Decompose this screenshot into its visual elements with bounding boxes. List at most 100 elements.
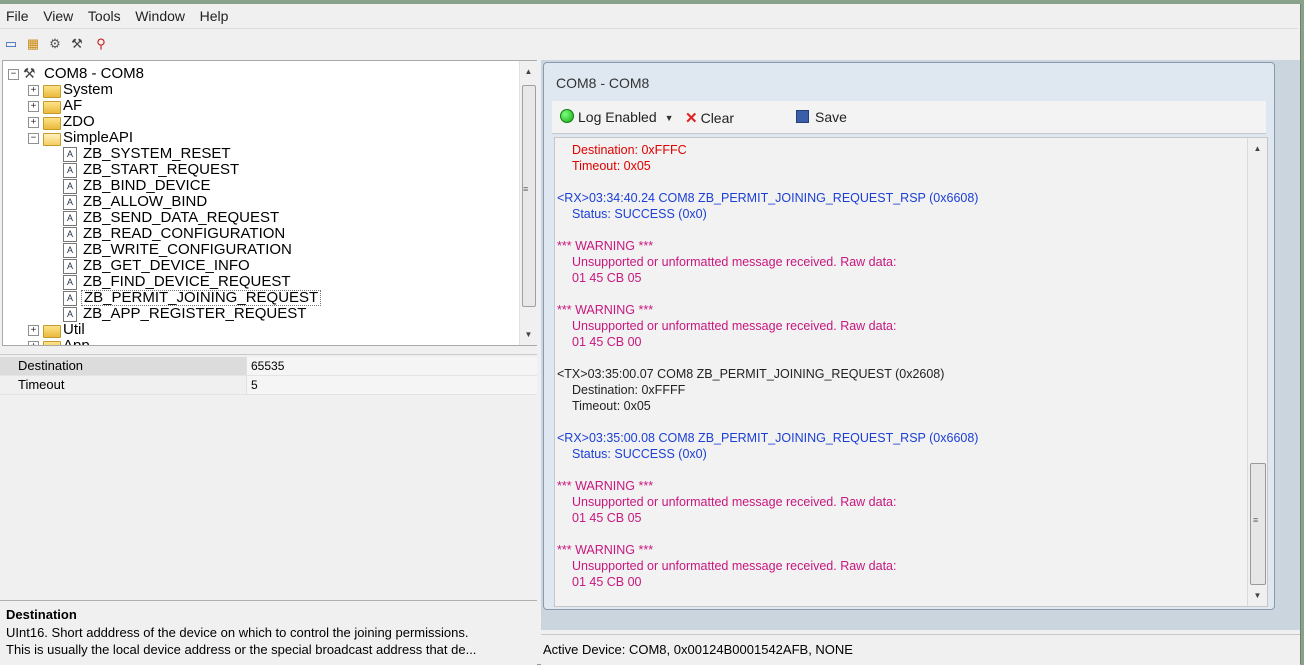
folder-icon	[43, 325, 61, 338]
search-icon[interactable]: ⚲	[92, 35, 110, 53]
property-value[interactable]: 65535	[246, 357, 541, 375]
open-icon[interactable]: ▭	[2, 35, 20, 53]
log-line: <TX>03:35:00.07 COM8 ZB_PERMIT_JOINING_R…	[557, 367, 945, 381]
log-line: *** WARNING ***	[557, 239, 654, 253]
tree-item-label: ZB_READ_CONFIGURATION	[83, 225, 286, 242]
command-icon: A	[63, 163, 77, 178]
log-line: 01 45 CB 05	[572, 271, 642, 285]
expand-icon[interactable]: +	[28, 325, 39, 336]
clear-label: Clear	[700, 110, 735, 126]
expand-icon[interactable]: +	[28, 85, 39, 96]
log-line: *** WARNING ***	[557, 479, 654, 493]
scroll-thumb[interactable]	[522, 85, 536, 307]
log-window-title: COM8 - COM8	[556, 75, 650, 91]
tree-item-label: ZB_PERMIT_JOINING_REQUEST	[81, 290, 322, 306]
command-icon: A	[63, 307, 77, 322]
log-line: 01 45 CB 00	[572, 335, 642, 349]
scroll-down-icon[interactable]: ▼	[520, 326, 537, 343]
tree-item-label: ZB_BIND_DEVICE	[83, 177, 211, 194]
tree-item-label: ZB_ALLOW_BIND	[83, 193, 208, 210]
status-ok-icon	[560, 109, 574, 123]
menu-help[interactable]: Help	[194, 4, 234, 24]
log-line: <RX>03:35:00.08 COM8 ZB_PERMIT_JOINING_R…	[557, 431, 979, 445]
command-icon: A	[63, 275, 77, 290]
log-line: Status: SUCCESS (0x0)	[572, 447, 707, 461]
scroll-up-icon[interactable]: ▲	[520, 63, 537, 80]
expand-icon[interactable]: +	[28, 101, 39, 112]
device-icon[interactable]: ▦	[24, 35, 42, 53]
tree-folder-label: SimpleAPI	[63, 129, 134, 146]
scroll-down-icon[interactable]: ▼	[1248, 587, 1267, 604]
tree-scrollbar[interactable]: ▲ ≡ ▼	[519, 61, 537, 345]
expand-icon[interactable]: +	[28, 117, 39, 128]
log-line: Timeout: 0x05	[572, 399, 651, 413]
scroll-up-icon[interactable]: ▲	[1248, 140, 1267, 157]
log-line: Unsupported or unformatted message recei…	[572, 255, 897, 269]
tools-icon[interactable]: ⚒	[68, 35, 86, 53]
command-icon: A	[63, 195, 77, 210]
description-title: Destination	[6, 607, 77, 622]
collapse-icon[interactable]: −	[28, 133, 39, 144]
menu-view[interactable]: View	[37, 4, 78, 24]
folder-icon	[43, 85, 61, 98]
settings-icon[interactable]: ⚙	[46, 35, 64, 53]
property-description: Destination UInt16. Short adddress of th…	[0, 600, 537, 665]
command-icon: A	[63, 259, 77, 274]
property-value[interactable]: 5	[246, 376, 541, 394]
chevron-down-icon[interactable]: ▼	[665, 113, 674, 123]
save-button[interactable]: Save	[796, 109, 847, 125]
tree-item-label: ZB_FIND_DEVICE_REQUEST	[83, 273, 291, 290]
tree-item-label: ZB_SEND_DATA_REQUEST	[83, 209, 280, 226]
clear-button[interactable]: ✕ Clear	[685, 109, 734, 127]
toolbar: ▭ ▦ ⚙ ⚒ ⚲	[0, 32, 1298, 56]
log-output[interactable]: Destination: 0xFFFC Timeout: 0x05 <RX>03…	[554, 137, 1268, 607]
command-icon: A	[63, 211, 77, 226]
mdi-area: COM8 - COM8 Log Enabled ▼ ✕ Clear Save Des…	[541, 60, 1300, 630]
folder-icon	[43, 341, 61, 345]
tree-item-label: ZB_START_REQUEST	[83, 161, 240, 178]
log-line: *** WARNING ***	[557, 543, 654, 557]
log-line: *** WARNING ***	[557, 303, 654, 317]
tree-item-label: ZB_WRITE_CONFIGURATION	[83, 241, 292, 258]
description-line: UInt16. Short adddress of the device on …	[6, 625, 469, 640]
tools-icon: ⚒	[23, 65, 36, 81]
grip-icon: ≡	[523, 184, 529, 194]
command-icon: A	[63, 147, 77, 162]
property-row-destination[interactable]: Destination 65535	[0, 357, 541, 376]
command-icon: A	[63, 291, 77, 306]
collapse-icon[interactable]: −	[8, 69, 19, 80]
property-name: Timeout	[0, 376, 246, 394]
save-label: Save	[815, 109, 847, 125]
log-window: COM8 - COM8 Log Enabled ▼ ✕ Clear Save Des…	[543, 62, 1275, 610]
clear-icon: ✕	[685, 110, 698, 127]
menu-file[interactable]: File	[0, 4, 34, 24]
log-toolbar: Log Enabled ▼ ✕ Clear Save	[552, 101, 1266, 134]
log-line: Unsupported or unformatted message recei…	[572, 319, 897, 333]
folder-icon	[43, 117, 61, 130]
tree-folder-label: System	[63, 81, 114, 98]
tree-folder-label: ZDO	[63, 113, 95, 130]
log-line: Unsupported or unformatted message recei…	[572, 559, 897, 573]
property-row-timeout[interactable]: Timeout 5	[0, 376, 541, 395]
property-name: Destination	[0, 357, 246, 375]
log-enabled-button[interactable]: Log Enabled ▼	[560, 109, 674, 125]
expand-icon[interactable]: +	[28, 341, 39, 345]
status-bar: Active Device: COM8, 0x00124B0001542AFB,…	[541, 634, 1300, 665]
tree-folder-label: Util	[63, 321, 85, 338]
log-enabled-label: Log Enabled	[578, 109, 657, 125]
menu-window[interactable]: Window	[129, 4, 190, 24]
menu-tools[interactable]: Tools	[82, 4, 126, 24]
log-line: Destination: 0xFFFF	[572, 383, 686, 397]
description-line: This is usually the local device address…	[6, 642, 477, 657]
command-icon: A	[63, 227, 77, 242]
command-icon: A	[63, 179, 77, 194]
log-scrollbar[interactable]: ▲ ≡ ▼	[1247, 138, 1267, 606]
menu-bar: File View Tools Window Help	[0, 4, 1298, 29]
folder-icon	[43, 101, 61, 114]
tree-folder-label: AF	[63, 97, 83, 114]
main-window: File View Tools Window Help ▭ ▦ ⚙ ⚒ ⚲ − …	[0, 4, 1301, 665]
tree-root-label: COM8 - COM8	[44, 65, 145, 82]
grip-icon: ≡	[1253, 515, 1259, 525]
active-device-status: Active Device: COM8, 0x00124B0001542AFB,…	[543, 642, 853, 657]
log-line: Status: SUCCESS (0x0)	[572, 207, 707, 221]
